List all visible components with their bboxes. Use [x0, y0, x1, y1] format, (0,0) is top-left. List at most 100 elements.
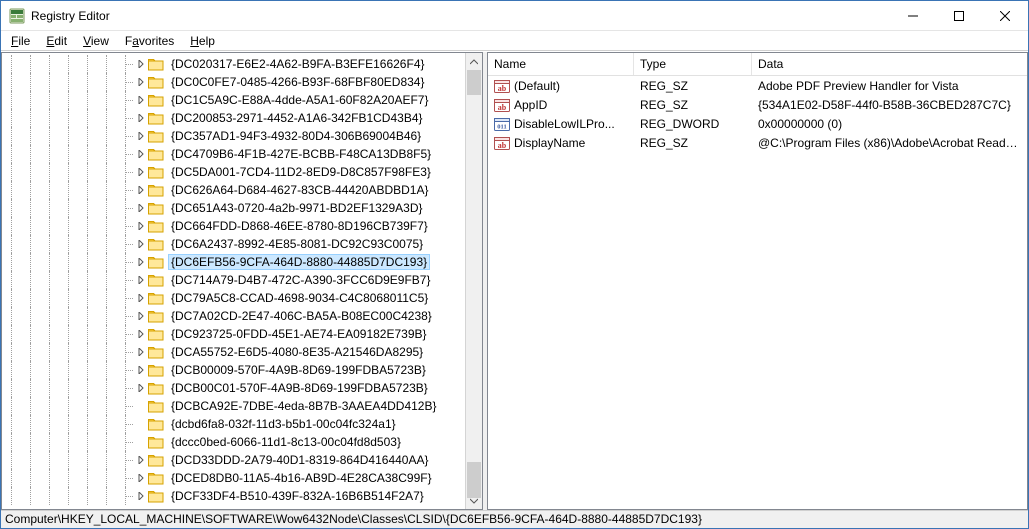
tree-item-label[interactable]: {DCB00009-570F-4A9B-8D69-199FDBA5723B} [168, 362, 429, 378]
tree-item[interactable]: {DC79A5C8-CCAD-4698-9034-C4C8068011C5} [2, 289, 465, 307]
tree-item[interactable]: {DCA55752-E6D5-4080-8E35-A21546DA8295} [2, 343, 465, 361]
tree-item-label[interactable]: {DCD33DDD-2A79-40D1-8319-864D416440AA} [168, 452, 432, 468]
expand-toggle[interactable] [135, 59, 146, 70]
tree-item-label[interactable]: {DC7A02CD-2E47-406C-BA5A-B08EC00C4238} [168, 308, 435, 324]
expand-toggle[interactable] [135, 473, 146, 484]
menu-view[interactable]: View [77, 33, 115, 49]
tree-item-label[interactable]: {DCED8DB0-11A5-4b16-AB9D-4E28CA38C99F} [168, 470, 435, 486]
tree-item[interactable]: {DCED8DB0-11A5-4b16-AB9D-4E28CA38C99F} [2, 469, 465, 487]
expand-toggle[interactable] [135, 401, 146, 412]
expand-toggle[interactable] [135, 491, 146, 502]
tree-item-label[interactable]: {DCA55752-E6D5-4080-8E35-A21546DA8295} [168, 344, 426, 360]
tree-indent [59, 271, 78, 289]
tree-item[interactable]: {DC5DA001-7CD4-11D2-8ED9-D8C857F98FE3} [2, 163, 465, 181]
close-button[interactable] [982, 1, 1028, 31]
tree-item-label[interactable]: {DCB00C01-570F-4A9B-8D69-199FDBA5723B} [168, 380, 431, 396]
tree-item[interactable]: {DC200853-2971-4452-A1A6-342FB1CD43B4} [2, 109, 465, 127]
tree-item[interactable]: {DCBCA92E-7DBE-4eda-8B7B-3AAEA4DD412B} [2, 397, 465, 415]
expand-toggle[interactable] [135, 77, 146, 88]
vertical-scrollbar[interactable] [465, 53, 482, 509]
expand-toggle[interactable] [135, 239, 146, 250]
tree-item-label[interactable]: {DC357AD1-94F3-4932-80D4-306B69004B46} [168, 128, 424, 144]
tree-item-label[interactable]: {dccc0bed-6066-11d1-8c13-00c04fd8d503} [168, 434, 404, 450]
tree-item-label[interactable]: {DCBCA92E-7DBE-4eda-8B7B-3AAEA4DD412B} [168, 398, 439, 414]
tree-item[interactable]: {DC4709B6-4F1B-427E-BCBB-F48CA13DB8F5} [2, 145, 465, 163]
tree-item-label[interactable]: {DCF33DF4-B510-439F-832A-16B6B514F2A7} [168, 488, 427, 504]
tree-item-label[interactable]: {DC020317-E6E2-4A62-B9FA-B3EFE16626F4} [168, 56, 428, 72]
tree-item[interactable]: {DC1C5A9C-E88A-4dde-A5A1-60F82A20AEF7} [2, 91, 465, 109]
expand-toggle[interactable] [135, 383, 146, 394]
tree-pane[interactable]: {DC020317-E6E2-4A62-B9FA-B3EFE16626F4} {D… [1, 52, 483, 510]
tree-item[interactable]: {DCB00C01-570F-4A9B-8D69-199FDBA5723B} [2, 379, 465, 397]
tree-item-label[interactable]: {DC1C5A9C-E88A-4dde-A5A1-60F82A20AEF7} [168, 92, 431, 108]
scrollbar-track[interactable] [466, 70, 482, 492]
tree-item[interactable]: {DC651A43-0720-4a2b-9971-BD2EF1329A3D} [2, 199, 465, 217]
expand-toggle[interactable] [135, 329, 146, 340]
tree-item[interactable]: {DC6A2437-8992-4E85-8081-DC92C93C0075} [2, 235, 465, 253]
expand-toggle[interactable] [135, 419, 146, 430]
tree-item-label[interactable]: {DC6EFB56-9CFA-464D-8880-44885D7DC193} [168, 254, 430, 270]
expand-toggle[interactable] [135, 293, 146, 304]
scroll-up-button[interactable] [466, 53, 482, 70]
maximize-button[interactable] [936, 1, 982, 31]
list-row[interactable]: DisplayNameREG_SZ@C:\Program Files (x86)… [488, 133, 1027, 152]
expand-toggle[interactable] [135, 131, 146, 142]
expand-toggle[interactable] [135, 149, 146, 160]
expand-toggle[interactable] [135, 311, 146, 322]
tree-item-label[interactable]: {DC651A43-0720-4a2b-9971-BD2EF1329A3D} [168, 200, 426, 216]
expand-toggle[interactable] [135, 113, 146, 124]
tree-item[interactable]: {DC6EFB56-9CFA-464D-8880-44885D7DC193} [2, 253, 465, 271]
expand-toggle[interactable] [135, 455, 146, 466]
tree-item[interactable]: {DC357AD1-94F3-4932-80D4-306B69004B46} [2, 127, 465, 145]
tree-item[interactable]: {DCB00009-570F-4A9B-8D69-199FDBA5723B} [2, 361, 465, 379]
titlebar[interactable]: Registry Editor [1, 1, 1028, 31]
column-header-type[interactable]: Type [634, 53, 752, 75]
list-pane[interactable]: Name Type Data (Default)REG_SZAdobe PDF … [487, 52, 1028, 510]
tree-item-label[interactable]: {DC79A5C8-CCAD-4698-9034-C4C8068011C5} [168, 290, 431, 306]
menu-help[interactable]: Help [184, 33, 221, 49]
tree-item[interactable]: {DC714A79-D4B7-472C-A390-3FCC6D9E9FB7} [2, 271, 465, 289]
tree-item[interactable]: {dccc0bed-6066-11d1-8c13-00c04fd8d503} [2, 433, 465, 451]
expand-toggle[interactable] [135, 257, 146, 268]
tree-item-label[interactable]: {DC200853-2971-4452-A1A6-342FB1CD43B4} [168, 110, 426, 126]
tree-item-label[interactable]: {DC714A79-D4B7-472C-A390-3FCC6D9E9FB7} [168, 272, 433, 288]
column-header-name[interactable]: Name [488, 53, 634, 75]
menu-favorites[interactable]: Favorites [119, 33, 180, 49]
tree-item-label[interactable]: {DC6A2437-8992-4E85-8081-DC92C93C0075} [168, 236, 426, 252]
expand-toggle[interactable] [135, 275, 146, 286]
scroll-down-button[interactable] [466, 492, 482, 509]
tree-item[interactable]: {dcbd6fa8-032f-11d3-b5b1-00c04fc324a1} [2, 415, 465, 433]
minimize-button[interactable] [890, 1, 936, 31]
expand-toggle[interactable] [135, 365, 146, 376]
expand-toggle[interactable] [135, 203, 146, 214]
menu-edit[interactable]: Edit [40, 33, 73, 49]
expand-toggle[interactable] [135, 185, 146, 196]
expand-toggle[interactable] [135, 437, 146, 448]
tree-item-label[interactable]: {DC664FDD-D868-46EE-8780-8D196CB739F7} [168, 218, 431, 234]
list-row[interactable]: DisableLowILPro...REG_DWORD0x00000000 (0… [488, 114, 1027, 133]
tree-item[interactable]: {DC7A02CD-2E47-406C-BA5A-B08EC00C4238} [2, 307, 465, 325]
expand-toggle[interactable] [135, 167, 146, 178]
tree-item-label[interactable]: {DC5DA001-7CD4-11D2-8ED9-D8C857F98FE3} [168, 164, 434, 180]
tree-item-label[interactable]: {DC0C0FE7-0485-4266-B93F-68FBF80ED834} [168, 74, 427, 90]
tree-item[interactable]: {DC664FDD-D868-46EE-8780-8D196CB739F7} [2, 217, 465, 235]
expand-toggle[interactable] [135, 347, 146, 358]
tree-item[interactable]: {DCF33DF4-B510-439F-832A-16B6B514F2A7} [2, 487, 465, 505]
tree-item[interactable]: {DCD33DDD-2A79-40D1-8319-864D416440AA} [2, 451, 465, 469]
tree-item[interactable]: {DC0C0FE7-0485-4266-B93F-68FBF80ED834} [2, 73, 465, 91]
tree-item[interactable]: {DC626A64-D684-4627-83CB-44420ABDBD1A} [2, 181, 465, 199]
expand-toggle[interactable] [135, 95, 146, 106]
menu-file[interactable]: File [5, 33, 36, 49]
tree-item-label[interactable]: {DC626A64-D684-4627-83CB-44420ABDBD1A} [168, 182, 432, 198]
column-header-data[interactable]: Data [752, 53, 1027, 75]
scrollbar-thumb-top[interactable] [467, 70, 481, 95]
list-row[interactable]: (Default)REG_SZAdobe PDF Preview Handler… [488, 76, 1027, 95]
list-row[interactable]: AppIDREG_SZ{534A1E02-D58F-44f0-B58B-36CB… [488, 95, 1027, 114]
tree-item-label[interactable]: {DC923725-0FDD-45E1-AE74-EA09182E739B} [168, 326, 430, 342]
tree-item[interactable]: {DC923725-0FDD-45E1-AE74-EA09182E739B} [2, 325, 465, 343]
expand-toggle[interactable] [135, 221, 146, 232]
tree-indent [59, 127, 78, 145]
tree-item-label[interactable]: {dcbd6fa8-032f-11d3-b5b1-00c04fc324a1} [168, 416, 399, 432]
tree-item-label[interactable]: {DC4709B6-4F1B-427E-BCBB-F48CA13DB8F5} [168, 146, 434, 162]
tree-item[interactable]: {DC020317-E6E2-4A62-B9FA-B3EFE16626F4} [2, 55, 465, 73]
